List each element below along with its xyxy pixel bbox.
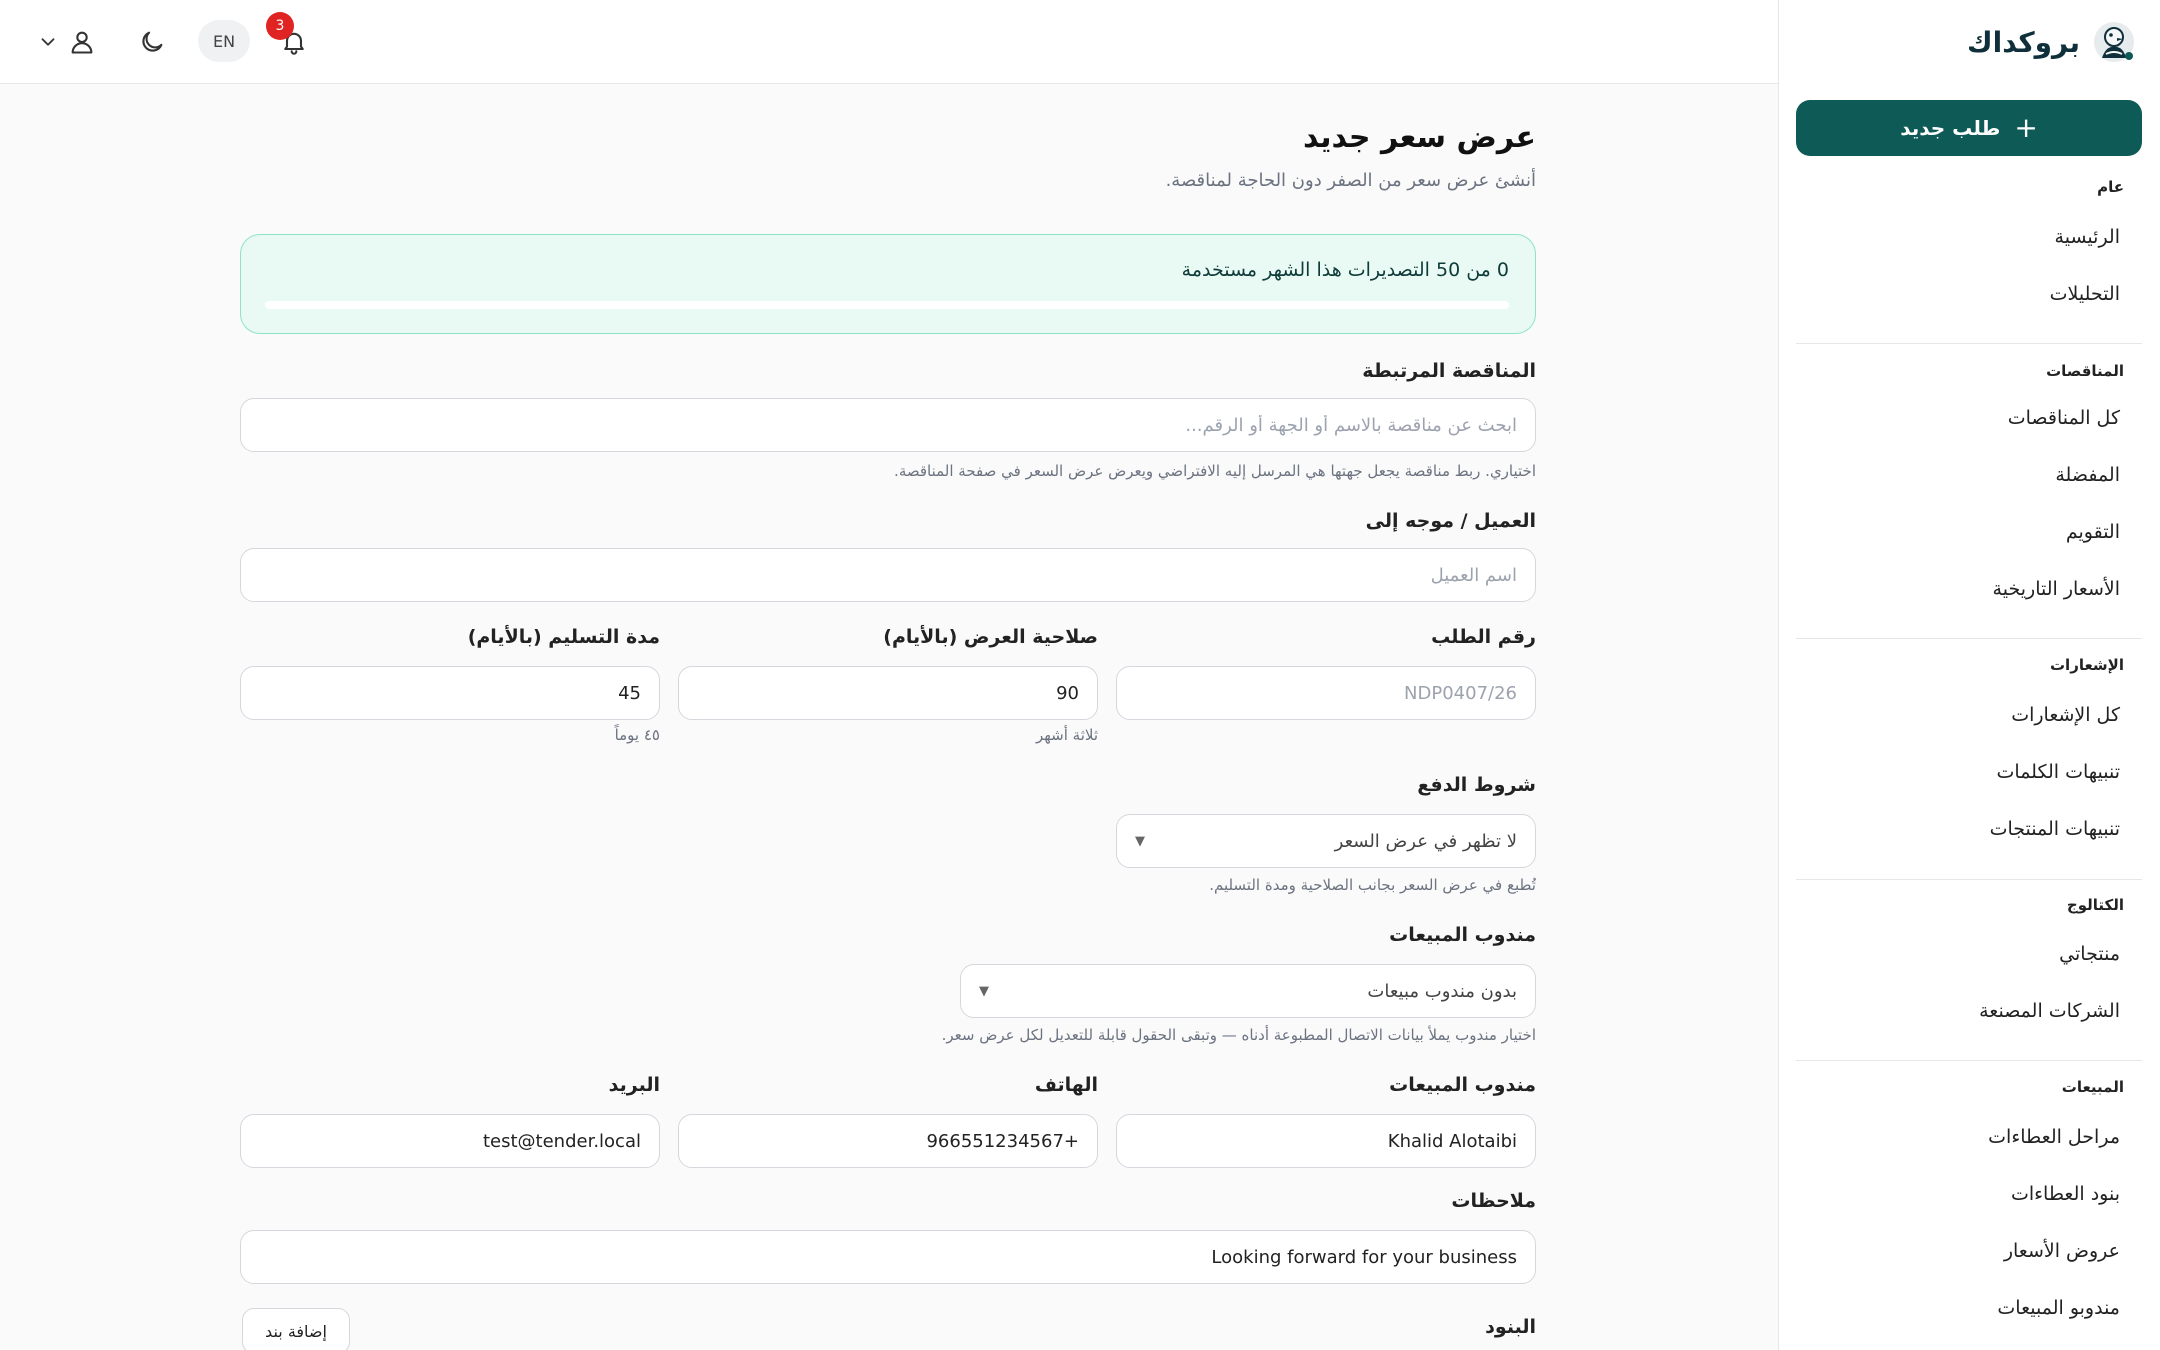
nav-divider bbox=[1796, 1060, 2142, 1061]
rep-name-label: مندوب المبيعات bbox=[1389, 1074, 1536, 1096]
nav-heading-sales: المبيعات bbox=[2061, 1078, 2124, 1096]
chevron-down-icon[interactable] bbox=[28, 22, 68, 62]
plus-icon: + bbox=[2014, 111, 2038, 144]
sidebar-item-product-alerts[interactable]: تنبيهات المنتجات bbox=[1990, 818, 2120, 840]
sales-rep-select-label: مندوب المبيعات bbox=[1389, 924, 1536, 946]
payment-terms-value: لا تظهر في عرض السعر bbox=[1334, 830, 1517, 852]
delivery-days-input[interactable] bbox=[240, 666, 660, 720]
new-request-label: طلب جديد bbox=[1900, 116, 2001, 140]
notes-label: ملاحظات bbox=[1451, 1190, 1536, 1212]
notes-input[interactable] bbox=[240, 1230, 1536, 1284]
sidebar-item-manufacturers[interactable]: الشركات المصنعة bbox=[1979, 1000, 2120, 1022]
main-content: عرض سعر جديد أنشئ عرض سعر من الصفر دون ا… bbox=[0, 84, 1778, 1350]
duck-logo-icon bbox=[2092, 20, 2136, 64]
sidebar-item-bid-items[interactable]: بنود العطاءات bbox=[2011, 1183, 2120, 1205]
export-usage-progress bbox=[265, 301, 1509, 309]
caret-down-icon: ▼ bbox=[1135, 833, 1145, 849]
sidebar-item-bid-stages[interactable]: مراحل العطاءات bbox=[1988, 1126, 2120, 1148]
sidebar-item-sales-reps[interactable]: مندوبو المبيعات bbox=[1997, 1297, 2120, 1319]
tender-search-input[interactable] bbox=[240, 398, 1536, 452]
nav-divider bbox=[1796, 879, 2142, 880]
sidebar-item-favorites[interactable]: المفضلة bbox=[2055, 464, 2120, 486]
rep-name-input[interactable] bbox=[1116, 1114, 1536, 1168]
tender-helper: اختياري. ربط مناقصة يجعل جهتها هي المرسل… bbox=[894, 462, 1536, 480]
notification-badge: 3 bbox=[266, 12, 294, 40]
new-request-button[interactable]: + طلب جديد bbox=[1796, 100, 2142, 156]
payment-terms-helper: تُطبع في عرض السعر بجانب الصلاحية ومدة ا… bbox=[1209, 876, 1536, 894]
rep-phone-label: الهاتف bbox=[1034, 1074, 1098, 1096]
delivery-label: مدة التسليم (بالأيام) bbox=[467, 626, 660, 648]
sales-rep-select-value: بدون مندوب مبيعات bbox=[1367, 980, 1517, 1002]
caret-down-icon: ▼ bbox=[979, 983, 989, 999]
nav-divider bbox=[1796, 343, 2142, 344]
sales-rep-select[interactable]: بدون مندوب مبيعات ▼ bbox=[960, 964, 1536, 1018]
nav-heading-notifications: الإشعارات bbox=[2049, 656, 2124, 674]
user-icon[interactable] bbox=[62, 22, 102, 62]
moon-icon[interactable] bbox=[132, 22, 172, 62]
brand-name: بروكداك bbox=[1966, 25, 2080, 59]
client-name-input[interactable] bbox=[240, 548, 1536, 602]
nav-heading-catalog: الكتالوج bbox=[2066, 896, 2124, 914]
sidebar-item-all-tenders[interactable]: كل المناقصات bbox=[2008, 407, 2120, 429]
top-bar: 3 EN bbox=[0, 0, 1778, 84]
nav-divider bbox=[1796, 638, 2142, 639]
sidebar-item-home[interactable]: الرئيسية bbox=[2055, 226, 2120, 248]
delivery-helper: ٤٥ يوماً bbox=[614, 726, 660, 744]
sidebar-item-historical-prices[interactable]: الأسعار التاريخية bbox=[1993, 578, 2120, 600]
page-subtitle: أنشئ عرض سعر من الصفر دون الحاجة لمناقصة… bbox=[1165, 170, 1536, 191]
export-usage-text: 0 من 50 التصديرات هذا الشهر مستخدمة bbox=[1181, 259, 1509, 281]
page-title: عرض سعر جديد bbox=[1302, 120, 1536, 155]
nav-heading-general: عام bbox=[2097, 178, 2124, 196]
export-usage-card: 0 من 50 التصديرات هذا الشهر مستخدمة bbox=[240, 234, 1536, 334]
validity-label: صلاحية العرض (بالأيام) bbox=[883, 626, 1098, 648]
validity-helper: ثلاثة أشهر bbox=[1035, 726, 1098, 744]
payment-terms-label: شروط الدفع bbox=[1417, 774, 1536, 796]
validity-days-input[interactable] bbox=[678, 666, 1098, 720]
language-toggle[interactable]: EN bbox=[198, 20, 250, 62]
nav-heading-tenders: المناقصات bbox=[2046, 362, 2124, 380]
sidebar-item-all-notifications[interactable]: كل الإشعارات bbox=[2011, 704, 2120, 726]
sidebar-item-keyword-alerts[interactable]: تنبيهات الكلمات bbox=[1997, 761, 2120, 783]
sidebar: بروكداك + طلب جديد عام الرئيسية التحليلا… bbox=[1778, 0, 2160, 1350]
client-label: العميل / موجه إلى bbox=[1365, 510, 1536, 532]
tender-label: المناقصة المرتبطة bbox=[1362, 360, 1536, 382]
sidebar-item-analytics[interactable]: التحليلات bbox=[2050, 283, 2120, 305]
payment-terms-select[interactable]: لا تظهر في عرض السعر ▼ bbox=[1116, 814, 1536, 868]
add-item-button[interactable]: إضافة بند bbox=[242, 1308, 350, 1350]
rep-email-input[interactable] bbox=[240, 1114, 660, 1168]
request-number-label: رقم الطلب bbox=[1431, 626, 1536, 648]
rep-phone-input[interactable] bbox=[678, 1114, 1098, 1168]
items-label: البنود bbox=[1485, 1316, 1536, 1338]
rep-email-label: البريد bbox=[608, 1074, 660, 1096]
sidebar-item-quotes[interactable]: عروض الأسعار bbox=[2004, 1240, 2120, 1262]
sidebar-item-my-products[interactable]: منتجاتي bbox=[2059, 943, 2120, 965]
sidebar-item-calendar[interactable]: التقويم bbox=[2066, 521, 2120, 543]
brand[interactable]: بروكداك bbox=[1967, 20, 2136, 64]
sales-rep-helper: اختيار مندوب يملأ بيانات الاتصال المطبوع… bbox=[941, 1026, 1536, 1044]
request-number-input[interactable] bbox=[1116, 666, 1536, 720]
